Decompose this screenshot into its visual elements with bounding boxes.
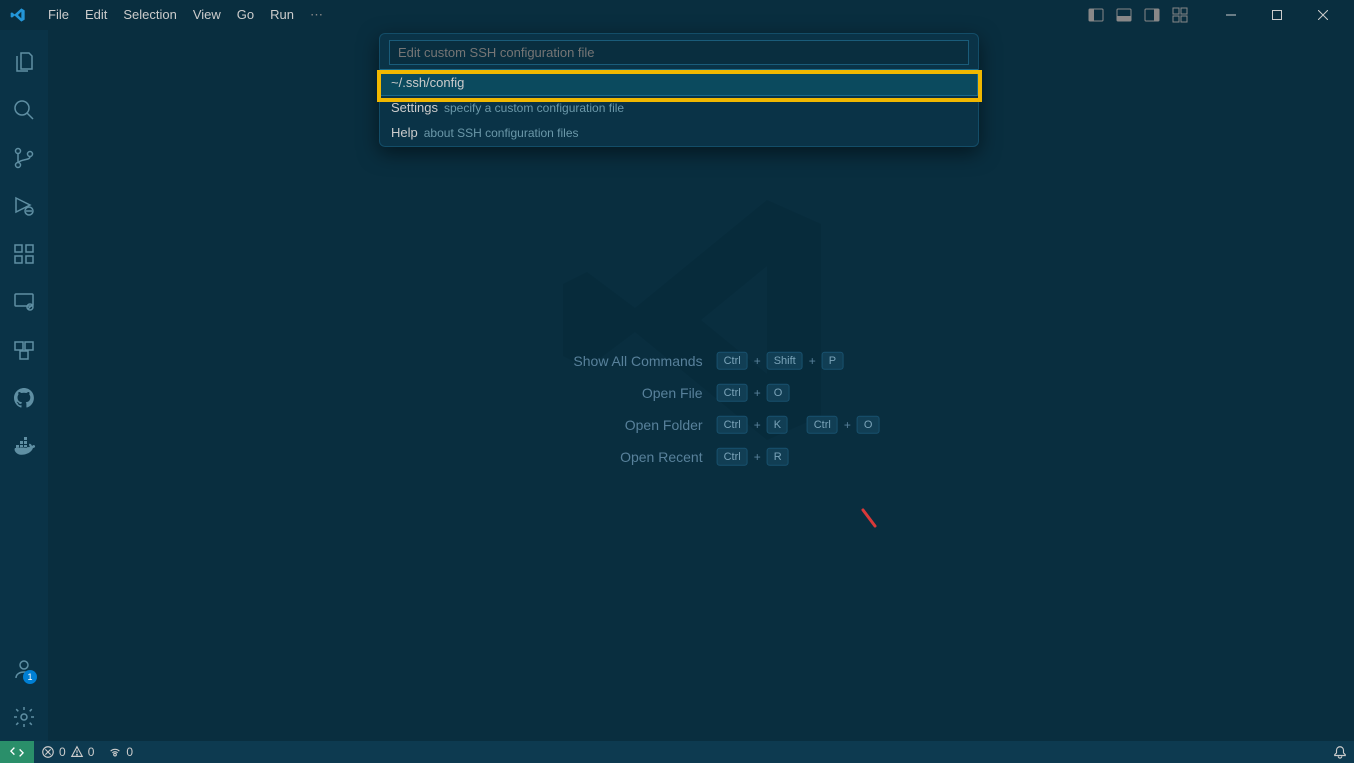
toggle-secondary-sidebar-icon[interactable] bbox=[1140, 3, 1164, 27]
menu-edit[interactable]: Edit bbox=[77, 3, 115, 27]
accounts-badge: 1 bbox=[23, 670, 37, 684]
menu-more-icon[interactable]: ⋯ bbox=[302, 3, 331, 27]
settings-gear-icon[interactable] bbox=[0, 693, 48, 741]
menu-selection[interactable]: Selection bbox=[115, 3, 184, 27]
extensions-icon[interactable] bbox=[0, 230, 48, 278]
remote-explorer-icon[interactable] bbox=[0, 278, 48, 326]
menu-run[interactable]: Run bbox=[262, 3, 302, 27]
remote-indicator-icon[interactable] bbox=[0, 741, 34, 763]
status-bar: 0 0 0 bbox=[0, 741, 1354, 763]
quick-pick-item-help[interactable]: Help about SSH configuration files bbox=[381, 120, 977, 145]
quick-pick-item-desc: about SSH configuration files bbox=[424, 126, 579, 140]
status-notifications-icon[interactable] bbox=[1326, 741, 1354, 763]
hint-show-all-commands-keys: Ctrl+ Shift+ P bbox=[717, 351, 844, 369]
docker-icon[interactable] bbox=[0, 422, 48, 470]
status-problems[interactable]: 0 0 bbox=[34, 741, 101, 763]
quick-pick-item-label: Help bbox=[391, 125, 418, 140]
quick-pick: ~/.ssh/config Settings specify a custom … bbox=[379, 33, 979, 147]
hint-show-all-commands-label: Show All Commands bbox=[523, 352, 703, 368]
toggle-primary-sidebar-icon[interactable] bbox=[1084, 3, 1108, 27]
quick-pick-item-label: Settings bbox=[391, 100, 438, 115]
activity-bar: 1 bbox=[0, 30, 48, 741]
hint-open-recent-label: Open Recent bbox=[523, 448, 703, 464]
hint-open-recent-keys: Ctrl+ R bbox=[717, 447, 789, 465]
close-button[interactable] bbox=[1300, 0, 1346, 30]
hint-open-folder-label: Open Folder bbox=[523, 416, 703, 432]
menu-view[interactable]: View bbox=[185, 3, 229, 27]
quick-pick-item-settings[interactable]: Settings specify a custom configuration … bbox=[381, 95, 977, 120]
maximize-button[interactable] bbox=[1254, 0, 1300, 30]
quick-pick-item-label: ~/.ssh/config bbox=[391, 75, 464, 90]
menu-go[interactable]: Go bbox=[229, 3, 262, 27]
quick-pick-item-ssh-config[interactable]: ~/.ssh/config bbox=[381, 70, 977, 95]
minimize-button[interactable] bbox=[1208, 0, 1254, 30]
container-icon[interactable] bbox=[0, 326, 48, 374]
status-ports[interactable]: 0 bbox=[101, 741, 140, 763]
menubar: File Edit Selection View Go Run ⋯ bbox=[40, 3, 331, 27]
explorer-icon[interactable] bbox=[0, 38, 48, 86]
search-icon[interactable] bbox=[0, 86, 48, 134]
titlebar: File Edit Selection View Go Run ⋯ bbox=[0, 0, 1354, 30]
run-debug-icon[interactable] bbox=[0, 182, 48, 230]
vscode-icon bbox=[10, 7, 26, 23]
status-errors-count: 0 bbox=[59, 745, 66, 759]
customize-layout-icon[interactable] bbox=[1168, 3, 1192, 27]
quick-pick-list: ~/.ssh/config Settings specify a custom … bbox=[381, 70, 977, 145]
github-icon[interactable] bbox=[0, 374, 48, 422]
welcome-shortcuts: Show All Commands Ctrl+ Shift+ P Open Fi… bbox=[523, 351, 880, 465]
quick-pick-input[interactable] bbox=[389, 40, 969, 65]
hint-open-file-label: Open File bbox=[523, 384, 703, 400]
toggle-panel-icon[interactable] bbox=[1112, 3, 1136, 27]
hint-open-folder-keys: Ctrl+ K Ctrl+ O bbox=[717, 415, 880, 433]
quick-pick-item-desc: specify a custom configuration file bbox=[444, 101, 624, 115]
status-ports-count: 0 bbox=[126, 745, 133, 759]
accounts-icon[interactable]: 1 bbox=[0, 645, 48, 693]
status-warnings-count: 0 bbox=[88, 745, 95, 759]
menu-file[interactable]: File bbox=[40, 3, 77, 27]
hint-open-file-keys: Ctrl+ O bbox=[717, 383, 790, 401]
source-control-icon[interactable] bbox=[0, 134, 48, 182]
